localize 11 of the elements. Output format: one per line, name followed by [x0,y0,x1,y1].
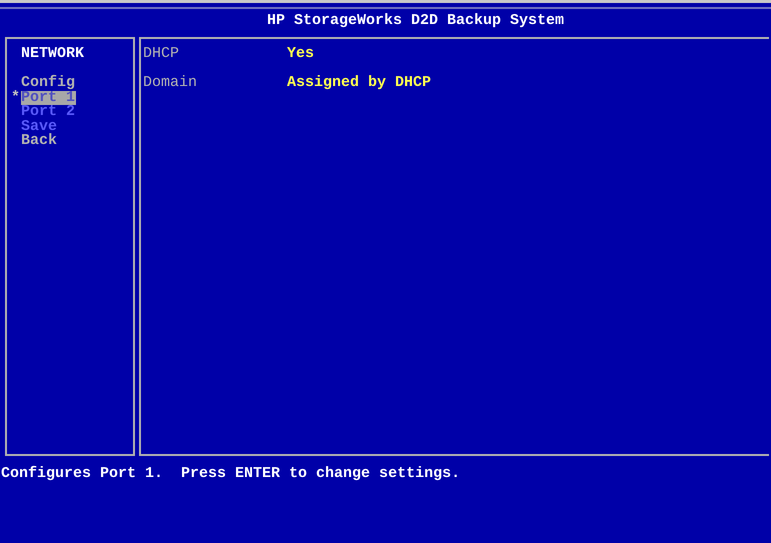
menu-heading: NETWORK [20,45,86,62]
field-label: Domain [143,74,198,93]
status-text: Configures Port 1. Press ENTER to change settings. [0,465,462,482]
menu-item[interactable]: Port 1 [21,90,76,105]
window-title: HP StorageWorks D2D Backup System [0,7,771,33]
menu-item[interactable]: Back [21,134,58,148]
field-value: Yes [287,45,314,64]
field-label: DHCP [143,45,180,64]
cursor-marker: * [11,88,20,106]
field-value: Assigned by DHCP [287,74,432,93]
menu-item[interactable]: Config [21,76,76,90]
